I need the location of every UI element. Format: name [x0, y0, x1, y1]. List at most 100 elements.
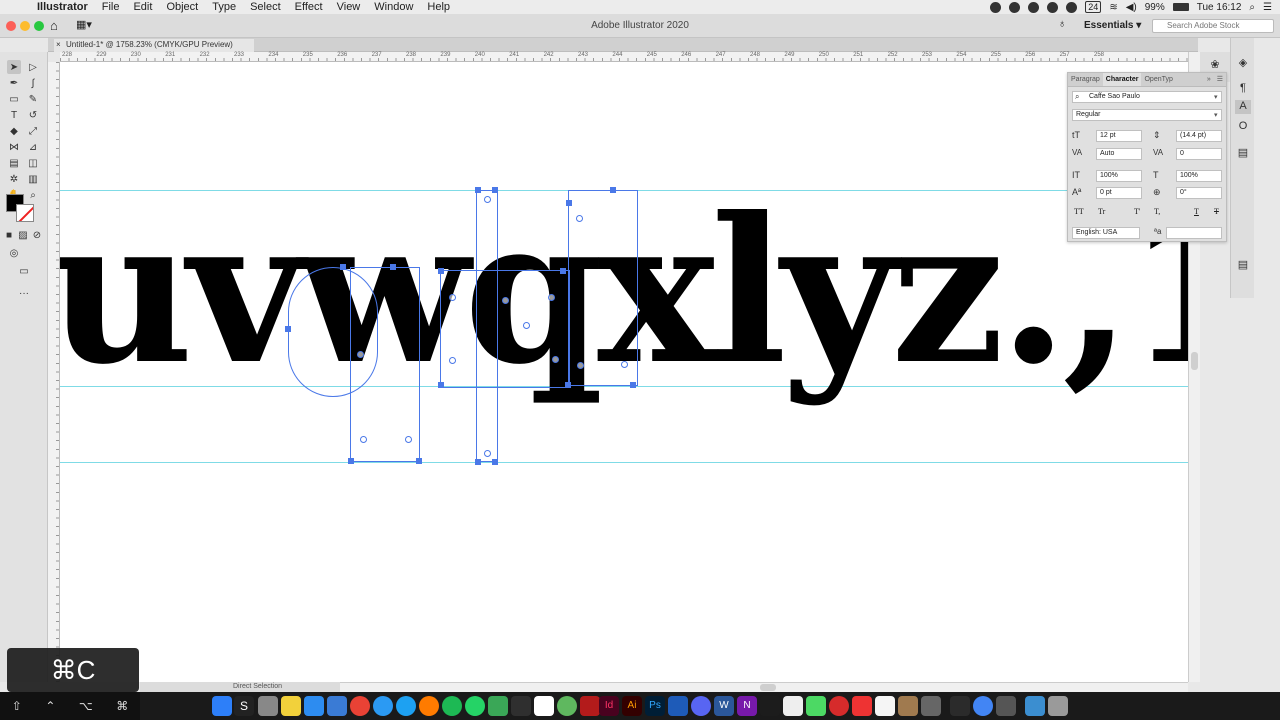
- edge-icon[interactable]: [396, 696, 416, 716]
- panel-collapse-icon[interactable]: »: [1204, 73, 1214, 86]
- app-icon[interactable]: [511, 696, 531, 716]
- scrivener-icon[interactable]: S: [234, 696, 254, 716]
- app-icon[interactable]: [668, 696, 688, 716]
- menu-effect[interactable]: Effect: [288, 1, 330, 13]
- menu-edit[interactable]: Edit: [126, 1, 159, 13]
- app-icon[interactable]: [281, 696, 301, 716]
- direction-handle[interactable]: [357, 351, 364, 358]
- anchor-point[interactable]: [630, 382, 636, 388]
- direct-selection-tool-icon[interactable]: ▷: [26, 60, 40, 74]
- anchor-point[interactable]: [492, 459, 498, 465]
- horizontal-scrollbar[interactable]: [340, 682, 1188, 692]
- app-icon[interactable]: [557, 696, 577, 716]
- menu-type[interactable]: Type: [205, 1, 243, 13]
- chrome-icon[interactable]: [350, 696, 370, 716]
- xcode-icon[interactable]: [327, 696, 347, 716]
- horizontal-scale-input[interactable]: 100%: [1176, 170, 1222, 182]
- app-store-icon[interactable]: [304, 696, 324, 716]
- tracking-input[interactable]: 0: [1176, 148, 1222, 160]
- tab-character[interactable]: Character: [1102, 73, 1142, 86]
- eyedropper-tool-icon[interactable]: ⊿: [26, 140, 40, 154]
- battery-percent[interactable]: 99%: [1145, 2, 1165, 13]
- dropbox-icon[interactable]: [1047, 1, 1059, 13]
- app-icon[interactable]: [898, 696, 918, 716]
- anchor-point[interactable]: [416, 458, 422, 464]
- app-icon[interactable]: [829, 696, 849, 716]
- control-center-icon[interactable]: ☰: [1263, 2, 1272, 13]
- anti-aliasing-select[interactable]: [1166, 227, 1222, 239]
- spotlight-icon[interactable]: ⌕: [1249, 2, 1255, 13]
- document-tab[interactable]: × Untitled-1* @ 1758.23% (CMYK/GPU Previ…: [54, 39, 254, 52]
- graph-tool-icon[interactable]: ▥: [26, 172, 40, 186]
- selection-tool-icon[interactable]: ➤: [7, 60, 21, 74]
- glyph-outline-q-stem[interactable]: [350, 267, 420, 462]
- anchor-point[interactable]: [348, 458, 354, 464]
- app-icon[interactable]: [534, 696, 554, 716]
- app-icon[interactable]: [488, 696, 508, 716]
- app-icon[interactable]: [875, 696, 895, 716]
- tab-paragraph[interactable]: Paragrap: [1068, 73, 1103, 86]
- horizontal-scroll-thumb[interactable]: [760, 684, 776, 691]
- wifi-icon[interactable]: ≋: [1109, 2, 1117, 13]
- type-tool-icon[interactable]: T: [7, 108, 21, 122]
- workspace-switcher[interactable]: Essentials ▾: [1084, 20, 1141, 31]
- direction-handle[interactable]: [548, 294, 555, 301]
- downloads-folder-icon[interactable]: [1025, 696, 1045, 716]
- cloud-icon[interactable]: [1028, 1, 1040, 13]
- location-icon[interactable]: [990, 1, 1002, 13]
- menu-help[interactable]: Help: [420, 1, 457, 13]
- word-icon[interactable]: W: [714, 696, 734, 716]
- acrobat-icon[interactable]: [580, 696, 600, 716]
- pen-tool-icon[interactable]: ✒: [7, 76, 21, 90]
- direction-handle[interactable]: [577, 362, 584, 369]
- onenote-icon[interactable]: N: [737, 696, 757, 716]
- draw-mode-icon[interactable]: ◎: [7, 246, 21, 260]
- font-size-input[interactable]: 12 pt: [1096, 130, 1142, 142]
- search-adobe-stock-input[interactable]: Search Adobe Stock: [1152, 19, 1274, 33]
- superscript-button[interactable]: T': [1134, 207, 1140, 216]
- close-tab-icon[interactable]: ×: [56, 39, 61, 51]
- system-prefs-icon[interactable]: [258, 696, 278, 716]
- app-icon[interactable]: [760, 696, 780, 716]
- horizontal-ruler[interactable]: 228 229 230 231 232 233 234 235 236 237 238 239 240 2…: [60, 52, 1188, 62]
- finder-icon[interactable]: [212, 696, 232, 716]
- rectangle-tool-icon[interactable]: ▭: [7, 92, 21, 106]
- volume-icon[interactable]: ◀): [1126, 2, 1137, 13]
- subscript-button[interactable]: T,: [1154, 207, 1160, 216]
- battery-icon[interactable]: [1172, 3, 1189, 11]
- anchor-point[interactable]: [492, 187, 498, 193]
- curvature-tool-icon[interactable]: ∫: [26, 76, 40, 90]
- gradient-tool-icon[interactable]: ▤: [7, 156, 21, 170]
- blend-tool-icon[interactable]: ◫: [26, 156, 40, 170]
- character-icon[interactable]: A: [1235, 100, 1251, 114]
- anchor-point[interactable]: [438, 382, 444, 388]
- anchor-point[interactable]: [565, 382, 571, 388]
- anchor-point[interactable]: [285, 326, 291, 332]
- app-icon[interactable]: [806, 696, 826, 716]
- indesign-icon[interactable]: Id: [599, 696, 619, 716]
- glyph-outline-bar[interactable]: [476, 190, 498, 462]
- direction-handle[interactable]: [552, 356, 559, 363]
- character-rotation-input[interactable]: 0°: [1176, 187, 1222, 199]
- calendar-badge[interactable]: 24: [1085, 1, 1102, 13]
- discord-icon[interactable]: [691, 696, 711, 716]
- illustrator-icon[interactable]: Ai: [622, 696, 642, 716]
- align-icon[interactable]: ▤: [1235, 258, 1251, 272]
- direction-handle[interactable]: [449, 357, 456, 364]
- scale-tool-icon[interactable]: ⤢: [26, 124, 40, 138]
- direction-handle[interactable]: [621, 361, 628, 368]
- width-tool-icon[interactable]: ⋈: [7, 140, 21, 154]
- direction-handle[interactable]: [449, 294, 456, 301]
- paintbrush-tool-icon[interactable]: ✎: [26, 92, 40, 106]
- properties-icon[interactable]: ▤: [1235, 146, 1251, 160]
- app-icon[interactable]: [921, 696, 941, 716]
- stroke-swatch[interactable]: [16, 204, 34, 222]
- baseline-shift-input[interactable]: 0 pt: [1096, 187, 1142, 199]
- anchor-point[interactable]: [475, 187, 481, 193]
- clock[interactable]: Tue 16:12: [1197, 2, 1242, 13]
- record-icon[interactable]: [1009, 1, 1021, 13]
- all-caps-button[interactable]: TT: [1074, 207, 1084, 216]
- anchor-point[interactable]: [475, 459, 481, 465]
- gradient-mode-icon[interactable]: ▨: [16, 228, 30, 242]
- spotify-icon[interactable]: [442, 696, 462, 716]
